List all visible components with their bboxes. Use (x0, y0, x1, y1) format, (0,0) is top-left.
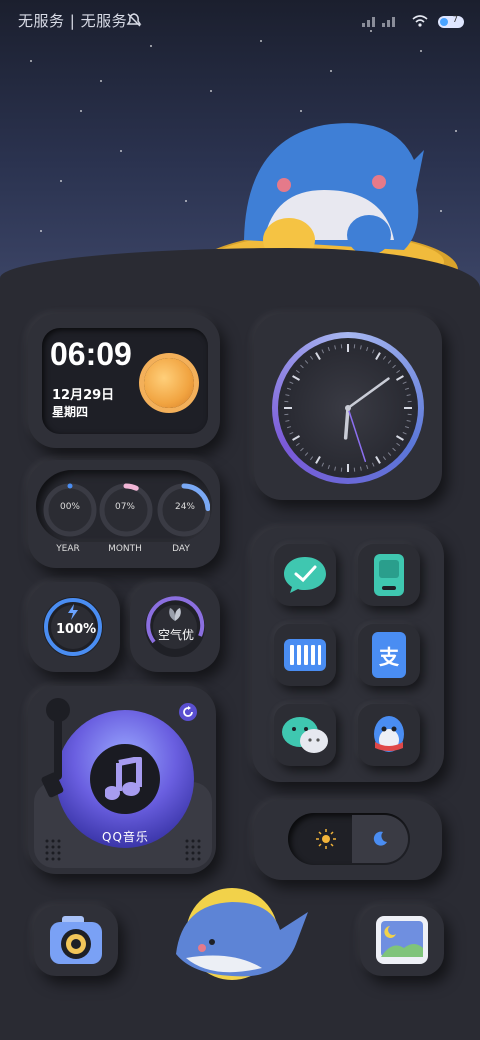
clock-tick (327, 464, 330, 470)
clock-tick (387, 452, 392, 456)
clock-tick (392, 364, 396, 369)
wifi-icon (412, 12, 428, 31)
keyboard-app-icon[interactable] (274, 624, 336, 686)
ring-year-value: 00% (59, 502, 80, 512)
air-quality-value: 空气优 (158, 628, 195, 642)
clock-tick (392, 447, 396, 452)
moon-toggle-knob[interactable] (352, 815, 408, 863)
clock-tick (359, 466, 362, 471)
clock-tick (366, 346, 369, 352)
clock-tick (321, 349, 325, 354)
clock-tick (304, 452, 309, 456)
signal-icon (362, 12, 402, 31)
clock-tick (286, 426, 292, 429)
speaker-right-icon (184, 838, 204, 862)
clock-time: 06:09 (50, 336, 132, 372)
shark-moon-mascot-image (172, 884, 312, 994)
scanner-app-icon[interactable] (358, 544, 420, 606)
clock-tick (404, 387, 410, 390)
clock-tick (300, 447, 304, 452)
clock-tick (396, 369, 401, 374)
sun-weather-icon (144, 358, 194, 408)
clock-tick (327, 346, 330, 352)
clock-tick (366, 464, 369, 470)
clock-tick (387, 360, 392, 364)
progress-rings: 00% 07% 24% YEAR MONTH DAY (38, 480, 210, 562)
clock-tick (334, 466, 337, 471)
clock-tick (286, 387, 292, 390)
second-hand (347, 407, 367, 463)
clock-tick (315, 455, 321, 464)
battery-percent: 100% (56, 622, 97, 637)
sun-toggle-icon[interactable] (300, 819, 352, 859)
ring-day-label: DAY (172, 544, 190, 554)
theme-toggle[interactable] (288, 813, 410, 865)
clock-tick (404, 426, 410, 429)
clock-tick (300, 364, 304, 369)
clock-tick (395, 375, 404, 381)
clock-tick (382, 355, 387, 360)
qq-app-icon[interactable] (358, 704, 420, 766)
clock-tick (321, 462, 325, 467)
ring-year-label: YEAR (56, 544, 80, 554)
clock-tick (395, 435, 404, 441)
clock-tick (371, 462, 375, 467)
clock-weekday: 星期四 (52, 405, 89, 419)
speaker-left-icon (44, 838, 64, 862)
camera-app-icon[interactable] (48, 914, 104, 966)
minute-hand (346, 377, 390, 410)
silent-icon (126, 12, 142, 28)
ring-month-label: MONTH (108, 544, 142, 554)
clock-tick (309, 456, 314, 461)
carrier-status: 无服务 | 无服务 (18, 12, 128, 30)
clock-tick (402, 431, 407, 435)
clock-tick (334, 345, 337, 350)
clock-tick (289, 431, 294, 435)
music-note-icon (90, 744, 160, 814)
alipay-glyph: 支 (372, 632, 406, 678)
clock-tick (371, 349, 375, 354)
leaf-icon (166, 606, 184, 622)
clock-tick (375, 455, 381, 464)
clock-tick (309, 355, 314, 360)
battery-level: 7 (452, 14, 458, 25)
clock-tick (285, 419, 290, 422)
clock-tick (304, 360, 309, 364)
ring-day-value: 24% (174, 502, 195, 512)
status-icons: 7 (362, 12, 464, 31)
alipay-app-icon[interactable]: 支 (358, 624, 420, 686)
clock-tick (396, 442, 401, 447)
clock-tick (285, 394, 290, 397)
clock-tick (382, 456, 387, 461)
analog-clock (272, 332, 424, 484)
clock-tick (375, 352, 381, 361)
battery-icon: 7 (438, 14, 464, 28)
gallery-app-icon[interactable] (374, 914, 430, 966)
refresh-icon[interactable] (179, 703, 197, 721)
tonearm (38, 694, 78, 804)
ring-month-value: 07% (114, 502, 135, 512)
hour-hand (343, 406, 350, 440)
clock-tick (315, 352, 321, 361)
wechat-app-icon[interactable] (274, 704, 336, 766)
clock-tick (295, 369, 300, 374)
clock-tick (402, 381, 407, 385)
todo-app-icon[interactable] (274, 544, 336, 606)
clock-tick (359, 345, 362, 350)
clock-tick (295, 442, 300, 447)
clock-tick (289, 381, 294, 385)
clock-tick (406, 394, 411, 397)
clock-tick (292, 435, 301, 441)
bolt-icon (66, 604, 80, 620)
clock-date: 12月29日 (52, 388, 115, 403)
moon-icon (373, 831, 387, 846)
clock-tick (292, 375, 301, 381)
music-app-label: QQ音乐 (102, 830, 149, 844)
clock-tick (406, 419, 411, 422)
